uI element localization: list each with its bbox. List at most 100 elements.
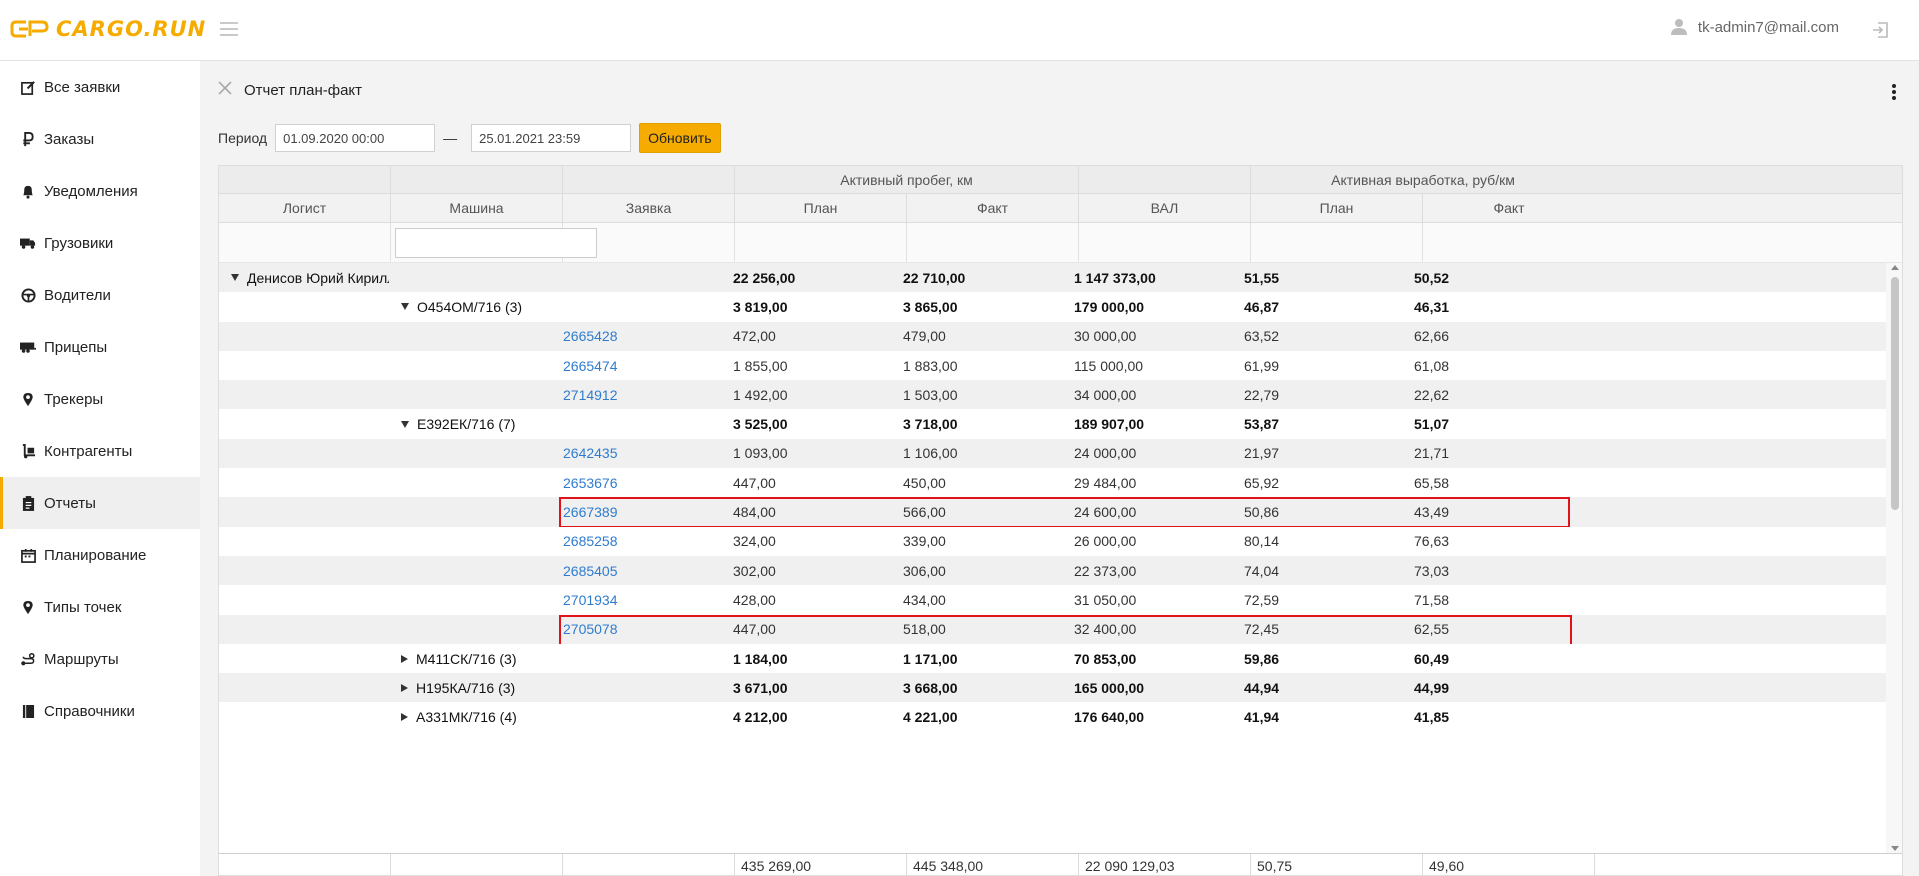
order-link[interactable]: 2665428 [563, 328, 618, 344]
total-cell-order [563, 854, 735, 875]
order-link[interactable]: 2705078 [563, 621, 618, 637]
scroll-up-icon[interactable] [1891, 265, 1899, 270]
cell-out-fact: 44,99 [1414, 679, 1450, 696]
cell-fact: 3 668,00 [903, 679, 958, 696]
order-link[interactable]: 2685258 [563, 533, 618, 549]
cell-out-plan: 46,87 [1244, 298, 1280, 315]
expand-arrow-icon[interactable] [401, 713, 408, 722]
column-header-car[interactable]: Машина [391, 194, 563, 222]
group-row-car[interactable]: Н195КА/716 (3) 3 671,00 3 668,00 165 000,00… [219, 673, 1886, 703]
cell-val: 34 000,00 [1074, 386, 1137, 403]
sidebar-item-label: Уведомления [44, 182, 138, 200]
cell-out-plan: 53,87 [1244, 416, 1280, 433]
cell-plan: 302,00 [733, 562, 776, 579]
route-icon [20, 651, 36, 667]
logo[interactable]: CARGO.RUN [10, 17, 206, 41]
sidebar-item-counterparties[interactable]: Контрагенты [0, 425, 200, 477]
scrollbar-thumb[interactable] [1891, 277, 1899, 510]
cell-plan: 484,00 [733, 504, 776, 521]
top-bar: CARGO.RUN tk-admin7@mail.com [0, 0, 1919, 61]
collapse-arrow-icon[interactable] [401, 420, 409, 428]
grid-body: Денисов Юрий Кириллович 22 256,00 22 710,0… [219, 263, 1886, 853]
table-row: 2701934 428,00 434,00 31 050,00 72,59 71,58 [219, 585, 1886, 615]
sidebar-item-routes[interactable]: Маршруты [0, 633, 200, 685]
sidebar-item-trucks[interactable]: Грузовики [0, 217, 200, 269]
sidebar-item-notifications[interactable]: Уведомления [0, 165, 200, 217]
scroll-down-icon[interactable] [1891, 846, 1899, 851]
sidebar-item-planning[interactable]: Планирование [0, 529, 200, 581]
cell-out-fact: 50,52 [1414, 269, 1450, 286]
calendar-icon [20, 547, 36, 563]
sidebar-item-directories[interactable]: Справочники [0, 685, 200, 737]
group-row-car[interactable]: Е392ЕК/716 (7) 3 525,00 3 718,00 189 907,00… [219, 409, 1886, 439]
group-row-car[interactable]: А331МК/716 (4) 4 212,00 4 221,00 176 640,00… [219, 702, 1886, 732]
cell-fact: 566,00 [903, 504, 946, 521]
cell-out-fact: 71,58 [1414, 591, 1450, 608]
table-row: 2685258 324,00 339,00 26 000,00 80,14 76,63 [219, 526, 1886, 556]
sidebar-item-label: Типы точек [44, 598, 122, 616]
sidebar-item-point-types[interactable]: Типы точек [0, 581, 200, 633]
order-link[interactable]: 2701934 [563, 592, 618, 608]
more-options-button[interactable] [1891, 83, 1897, 106]
column-header-mileage-plan[interactable]: План [735, 194, 907, 222]
column-header-mileage-fact[interactable]: Факт [907, 194, 1079, 222]
logout-button[interactable] [1871, 21, 1889, 44]
collapse-arrow-icon[interactable] [401, 303, 409, 311]
close-button[interactable] [218, 81, 232, 99]
order-link[interactable]: 2667389 [563, 504, 618, 520]
order-link[interactable]: 2665474 [563, 358, 618, 374]
filter-cell-val [1079, 223, 1251, 262]
column-header-order[interactable]: Заявка [563, 194, 735, 222]
order-cell: 2685258 [563, 527, 723, 556]
cell-out-fact: 65,58 [1414, 474, 1450, 491]
cell-val: 70 853,00 [1074, 650, 1137, 667]
expand-arrow-icon[interactable] [401, 654, 408, 663]
user-menu[interactable]: tk-admin7@mail.com [1670, 18, 1839, 36]
grid-group-header: Активный пробег, км Активная выработка, … [219, 166, 1902, 194]
sidebar-item-all-orders[interactable]: Все заявки [0, 61, 200, 113]
cell-val: 32 400,00 [1074, 621, 1137, 638]
group-row-car[interactable]: М411СК/716 (3) 1 184,00 1 171,00 70 853,00 5… [219, 643, 1886, 674]
cell-out-fact: 22,62 [1414, 386, 1450, 403]
column-header-output-fact[interactable]: Факт [1423, 194, 1595, 222]
vertical-scrollbar[interactable] [1886, 263, 1902, 853]
date-from-input[interactable] [275, 124, 436, 152]
sidebar-item-trackers[interactable]: Трекеры [0, 373, 200, 425]
cell-plan: 1 492,00 [733, 386, 788, 403]
menu-toggle-button[interactable] [220, 22, 238, 36]
period-label: Период [218, 130, 268, 146]
cell-val: 31 050,00 [1074, 591, 1137, 608]
cell-fact: 450,00 [903, 474, 946, 491]
date-to-input[interactable] [471, 124, 632, 152]
column-header-output-plan[interactable]: План [1251, 194, 1423, 222]
sidebar-item-orders[interactable]: Заказы [0, 113, 200, 165]
filter-cell-out-plan [1251, 223, 1423, 262]
total-cell-car [391, 854, 563, 875]
group-row-logist[interactable]: Денисов Юрий Кириллович 22 256,00 22 710,0… [219, 263, 1886, 293]
cell-val: 26 000,00 [1074, 533, 1137, 550]
logo-text: CARGO.RUN [56, 17, 207, 41]
collapse-arrow-icon[interactable] [231, 274, 239, 282]
sidebar-item-reports[interactable]: Отчеты [0, 477, 200, 529]
filter-cell-car [391, 223, 597, 262]
cell-fact: 4 221,00 [903, 709, 958, 726]
order-link[interactable]: 2685405 [563, 563, 618, 579]
refresh-button[interactable]: Обновить [639, 123, 721, 153]
expand-arrow-icon[interactable] [401, 683, 408, 692]
sidebar-item-drivers[interactable]: Водители [0, 269, 200, 321]
order-link[interactable]: 2653676 [563, 475, 618, 491]
steering-wheel-icon [20, 287, 36, 303]
order-link[interactable]: 2714912 [563, 387, 618, 403]
main-content: Отчет план-факт Период — Обновить Активн… [200, 61, 1919, 876]
column-header-logist[interactable]: Логист [219, 194, 391, 222]
sidebar-item-trailers[interactable]: Прицепы [0, 321, 200, 373]
cell-fact: 1 106,00 [903, 445, 958, 462]
order-link[interactable]: 2642435 [563, 445, 618, 461]
hamburger-icon [220, 22, 238, 24]
group-header-cell-logist [219, 166, 391, 193]
cell-fact: 339,00 [903, 533, 946, 550]
group-row-car[interactable]: О454ОМ/716 (3) 3 819,00 3 865,00 179 000,00… [219, 292, 1886, 322]
user-email: tk-admin7@mail.com [1697, 18, 1839, 36]
group-header-cell-car [391, 166, 563, 193]
column-header-val[interactable]: ВАЛ [1079, 194, 1251, 222]
